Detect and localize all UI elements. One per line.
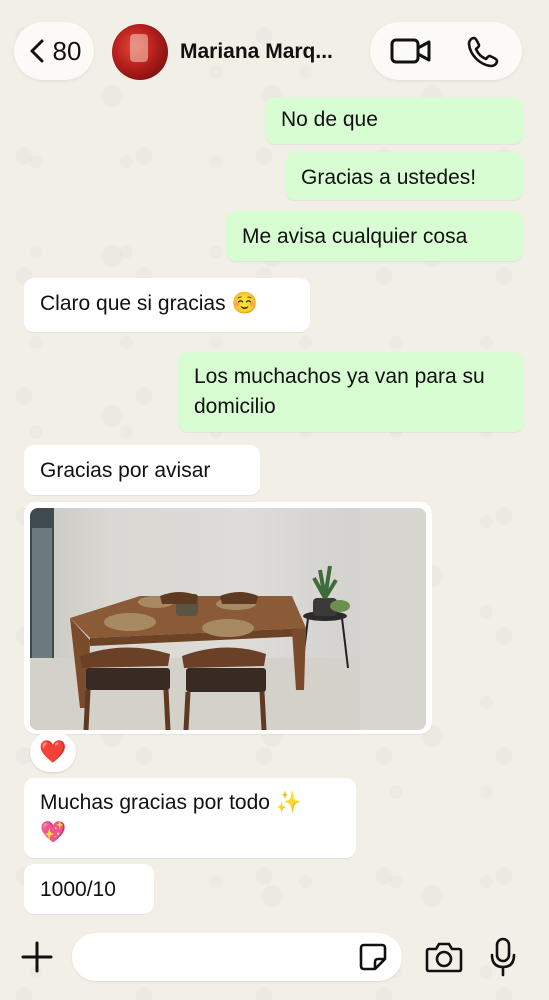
image-message[interactable]	[24, 502, 432, 734]
contact-name[interactable]: Mariana Marq...	[180, 40, 333, 64]
message-input[interactable]	[72, 933, 402, 981]
message-text: Gracias por avisar	[40, 459, 211, 482]
message-bubble-incoming[interactable]: Gracias por avisar	[24, 445, 260, 495]
unread-count: 80	[52, 35, 82, 66]
message-text: Me avisa cualquier cosa	[242, 225, 468, 248]
heart-reaction[interactable]: ❤️	[30, 732, 76, 772]
message-text: Claro que si gracias	[40, 292, 226, 315]
back-button[interactable]: 80	[14, 22, 94, 80]
message-bubble-outgoing[interactable]: Me avisa cualquier cosa	[226, 211, 523, 261]
sticker-icon[interactable]	[358, 942, 388, 972]
smiling-face-emoji: ☺️	[231, 292, 258, 315]
message-text: 1000/10	[40, 878, 116, 901]
plus-icon[interactable]	[20, 940, 54, 974]
photo-content	[30, 508, 426, 730]
phone-icon[interactable]	[466, 35, 500, 69]
message-bubble-outgoing[interactable]: No de que	[265, 97, 523, 144]
call-actions	[370, 22, 522, 80]
message-bubble-outgoing[interactable]: Los muchachos ya van para su domicilio	[178, 352, 524, 432]
message-bubble-incoming[interactable]: Muchas gracias por todo ✨ 💖	[24, 778, 356, 858]
message-text: Los muchachos ya van para su domicilio	[194, 365, 485, 418]
sparkles-emoji: ✨	[275, 791, 302, 814]
avatar[interactable]	[112, 24, 168, 80]
message-text: No de que	[281, 108, 378, 131]
dining-table-photo[interactable]	[30, 508, 426, 730]
chevron-left-icon	[30, 39, 44, 63]
chat-header: 80 Mariana Marq...	[0, 0, 549, 96]
message-text: Muchas gracias por todo	[40, 791, 270, 814]
camera-icon[interactable]	[425, 941, 463, 973]
microphone-icon[interactable]	[488, 937, 518, 977]
message-bubble-incoming[interactable]: 1000/10	[24, 864, 154, 914]
message-bubble-outgoing[interactable]: Gracias a ustedes!	[285, 152, 523, 200]
sparkling-heart-emoji: 💖	[40, 821, 67, 844]
message-bubble-incoming[interactable]: Claro que si gracias ☺️	[24, 278, 310, 332]
video-call-icon[interactable]	[390, 36, 432, 66]
message-text: Gracias a ustedes!	[301, 166, 477, 189]
message-input-bar	[0, 924, 549, 1000]
